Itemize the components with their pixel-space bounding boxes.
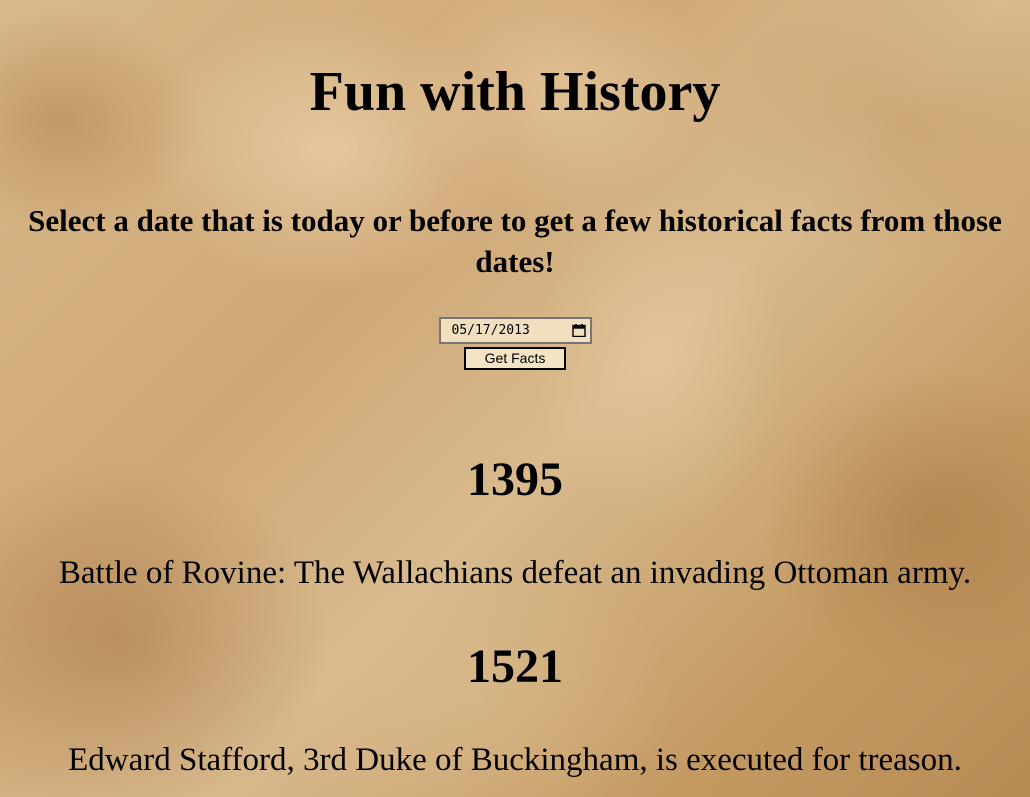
calendar-icon[interactable] [571,324,586,337]
date-form: 05/17/2013 Get Facts [0,317,1030,370]
date-value: 05/17/2013 [451,323,530,338]
fact-text: Battle of Rovine: The Wallachians defeat… [58,555,972,591]
fact-year: 1395 [467,453,563,506]
page-title: Fun with History [309,61,721,123]
fact-text: Edward Stafford, 3rd Duke of Buckingham,… [68,742,962,778]
page-subtitle: Select a date that is today or before to… [28,203,1002,279]
fact-year: 1521 [467,640,563,693]
get-facts-button[interactable]: Get Facts [464,347,566,370]
date-input[interactable]: 05/17/2013 [438,317,592,344]
